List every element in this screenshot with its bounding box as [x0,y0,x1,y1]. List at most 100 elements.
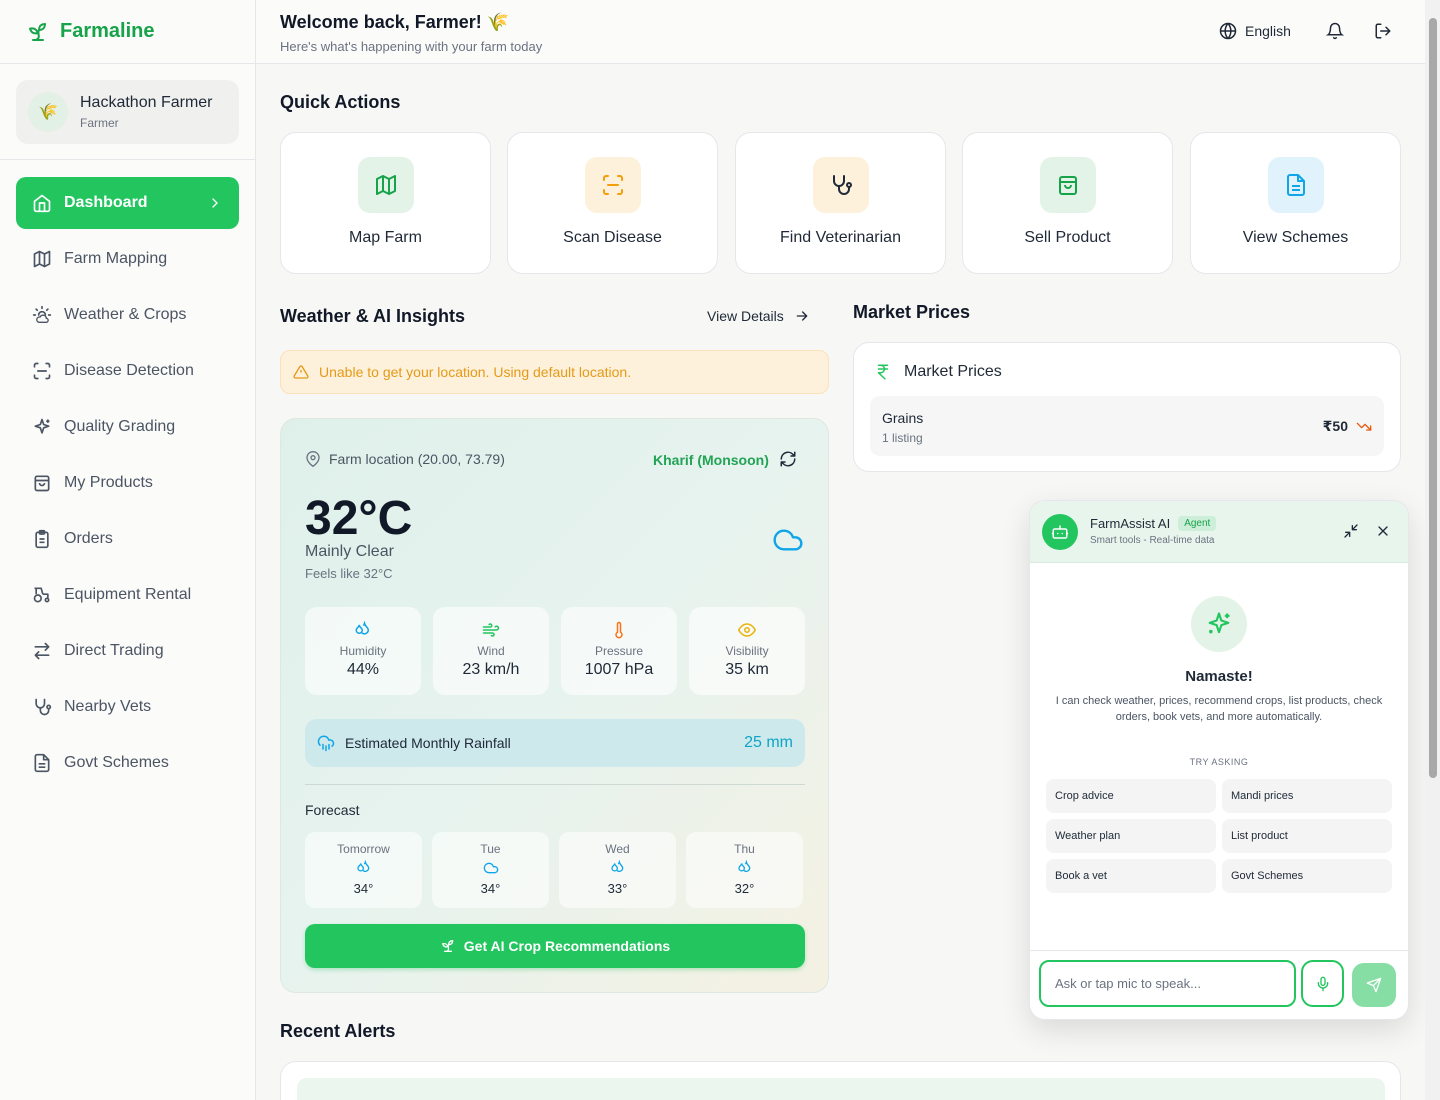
scrollbar-thumb[interactable] [1429,18,1437,778]
suggestion-weather-plan[interactable]: Weather plan [1046,819,1216,853]
quick-action-scan-disease[interactable]: Scan Disease [507,132,718,274]
sidebar-item-direct-trading[interactable]: Direct Trading [16,625,239,677]
top-header: Welcome back, Farmer! 🌾 Here's what's ha… [256,0,1425,64]
ai-crop-recommendations-button[interactable]: Get AI Crop Recommendations [305,924,805,968]
monthly-rainfall: Estimated Monthly Rainfall 25 mm [305,719,805,767]
forecast-day-label: Tue [480,842,501,856]
arrows-icon [32,641,52,661]
quick-action-find-veterinarian[interactable]: Find Veterinarian [735,132,946,274]
send-button[interactable] [1352,963,1396,1007]
rainfall-value: 25 mm [744,734,793,751]
quick-actions-title: Quick Actions [280,92,401,112]
sidebar-item-label: Direct Trading [64,642,164,659]
sidebar-item-nearby-vets[interactable]: Nearby Vets [16,681,239,733]
chat-title: FarmAssist AI [1090,516,1171,531]
sidebar-item-label: Dashboard [64,194,148,211]
suggestion-list-product[interactable]: List product [1222,819,1392,853]
sidebar: Farmaline 🌾 Hackathon Farmer Farmer Dash… [0,0,256,1100]
sidebar-item-disease-detection[interactable]: Disease Detection [16,345,239,397]
cloud-icon [772,524,804,556]
market-price-row[interactable]: Grains 1 listing ₹50 [870,396,1384,456]
sidebar-item-orders[interactable]: Orders [16,513,239,565]
sidebar-item-govt-schemes[interactable]: Govt Schemes [16,737,239,789]
sprout-icon [440,938,456,954]
sidebar-item-label: Nearby Vets [64,698,152,715]
forecast-temp: 32° [734,881,755,896]
stat-value: 35 km [725,661,769,678]
stat-value: 23 km/h [462,661,520,678]
current-temperature: 32°C [305,492,413,545]
location-warning: Unable to get your location. Using defau… [280,350,829,394]
sidebar-item-weather-crops[interactable]: Weather & Crops [16,289,239,341]
user-role: Farmer [80,116,119,130]
sun-cloud-icon [32,305,52,325]
map-pin-icon [305,451,321,467]
page-scrollbar[interactable] [1425,0,1440,1100]
thermometer-icon [615,621,623,639]
suggestion-book-a-vet[interactable]: Book a vet [1046,859,1216,893]
logout-icon[interactable] [1374,22,1392,40]
language-selector[interactable]: English [1219,22,1291,40]
sidebar-item-label: Weather & Crops [64,306,187,323]
sidebar-divider [0,159,255,160]
stat-label: Pressure [594,644,644,658]
avatar: 🌾 [28,92,68,132]
tractor-icon [32,585,52,605]
refresh-icon[interactable] [779,450,797,468]
quick-action-sell-product[interactable]: Sell Product [962,132,1173,274]
chat-header: FarmAssist AI Agent Smart tools - Real-t… [1030,501,1408,563]
market-card-title: Market Prices [904,363,1002,380]
droplets-icon [610,860,623,873]
suggestion-crop-advice[interactable]: Crop advice [1046,779,1216,813]
chat-input[interactable] [1039,960,1296,1007]
alert-item[interactable] [297,1078,1385,1100]
forecast-temp: 34° [353,881,374,896]
forecast-day-label: Wed [605,842,630,856]
sparkles-icon [1191,596,1247,652]
close-icon[interactable] [1375,523,1391,539]
suggestion-mandi-prices[interactable]: Mandi prices [1222,779,1392,813]
commodity-name: Grains [882,410,924,426]
sidebar-item-label: Quality Grading [64,418,176,435]
trending-down-icon [1356,420,1372,432]
quick-action-view-schemes[interactable]: View Schemes [1190,132,1401,274]
chat-greeting: Namaste! [1185,668,1253,685]
brand[interactable]: Farmaline [0,0,255,64]
weather-card: Farm location (20.00, 73.79) Kharif (Mon… [280,418,829,993]
view-details-link[interactable]: View Details [707,308,810,324]
chat-title-row: FarmAssist AI Agent [1090,516,1217,531]
forecast-temp: 33° [607,881,628,896]
sidebar-item-dashboard[interactable]: Dashboard [16,177,239,229]
suggestion-govt-schemes[interactable]: Govt Schemes [1222,859,1392,893]
cloud-icon [483,862,498,874]
user-card[interactable]: 🌾 Hackathon Farmer Farmer [16,80,239,144]
brand-name: Farmaline [60,20,155,42]
bell-icon[interactable] [1326,22,1344,40]
quick-action-label: Sell Product [1024,229,1111,246]
feels-like: Feels like 32°C [305,566,393,581]
view-details-label: View Details [707,308,784,324]
forecast-day: Tomorrow 34° [305,832,422,908]
try-asking-label: TRY ASKING [1189,757,1249,767]
bag-icon [1039,157,1096,213]
forecast-day: Thu 32° [686,832,803,908]
bag-icon [32,473,52,493]
forecast-temp: 34° [480,881,501,896]
mic-button[interactable] [1301,960,1344,1007]
minimize-icon[interactable] [1343,523,1359,539]
recent-alerts-title: Recent Alerts [280,1021,396,1041]
sidebar-item-equipment-rental[interactable]: Equipment Rental [16,569,239,621]
sidebar-item-quality-grading[interactable]: Quality Grading [16,401,239,453]
sidebar-item-farm-mapping[interactable]: Farm Mapping [16,233,239,285]
stat-pressure: Pressure 1007 hPa [561,607,677,695]
scan-icon [32,361,52,381]
quick-action-label: Map Farm [349,229,422,246]
language-label: English [1245,23,1291,39]
sidebar-item-label: Farm Mapping [64,250,168,267]
sidebar-item-label: Disease Detection [64,362,194,379]
sidebar-item-my-products[interactable]: My Products [16,457,239,509]
weather-condition: Mainly Clear [305,543,394,560]
rupee-icon [874,363,892,381]
clipboard-icon [32,529,52,549]
quick-action-map-farm[interactable]: Map Farm [280,132,491,274]
